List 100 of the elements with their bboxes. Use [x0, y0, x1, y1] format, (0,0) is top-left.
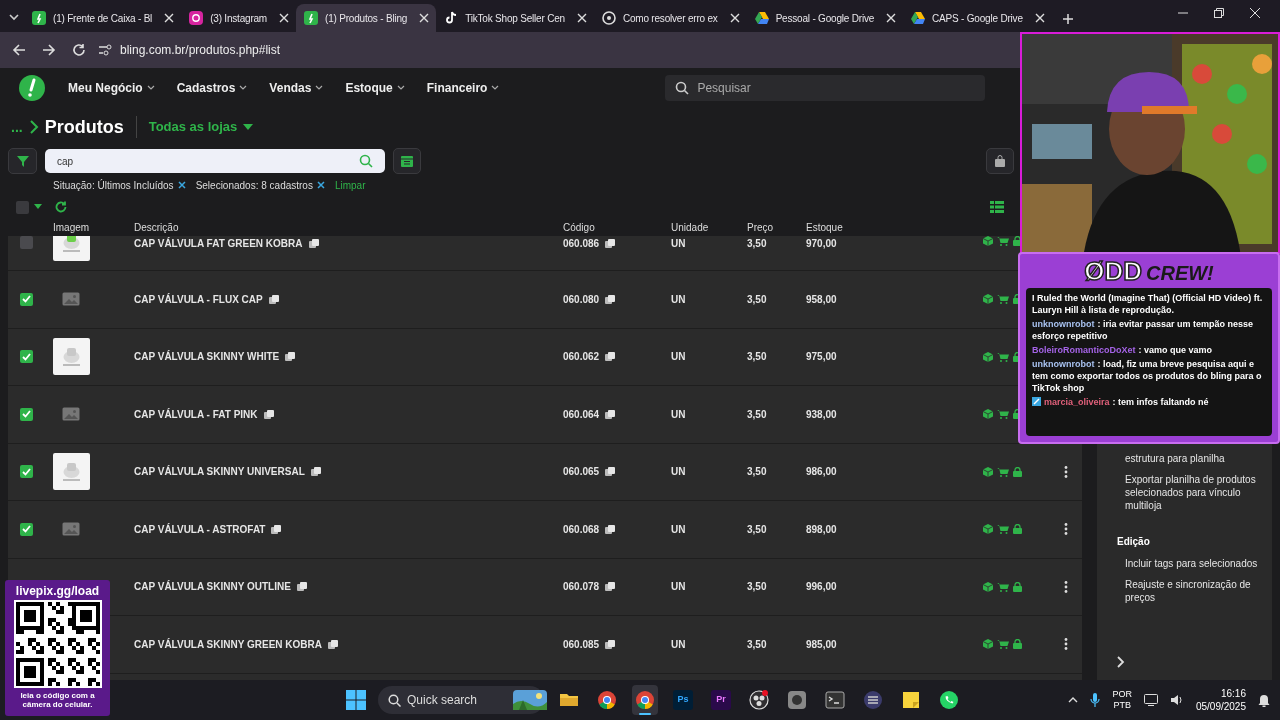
restore-icon[interactable] [1214, 8, 1224, 18]
taskbar-button[interactable] [632, 685, 658, 715]
cart-icon[interactable] [997, 409, 1009, 420]
cart-icon[interactable] [997, 639, 1009, 650]
store-filter[interactable]: Todas as lojas [148, 117, 254, 137]
copy-icon[interactable] [271, 524, 282, 534]
filter-button[interactable] [8, 148, 37, 174]
taskbar-button[interactable]: Ps [670, 685, 696, 715]
language-indicator[interactable]: POR PTB [1112, 689, 1132, 711]
search-bar[interactable]: Quick search [378, 686, 544, 714]
browser-tab[interactable]: (1) Frente de Caixa - Bl [24, 4, 182, 32]
lock-icon[interactable] [1013, 581, 1022, 592]
cart-icon[interactable] [997, 236, 1009, 246]
row-checkbox[interactable] [20, 292, 33, 306]
copy-icon[interactable] [605, 639, 616, 649]
refresh-icon[interactable] [55, 201, 67, 213]
reload-icon[interactable] [72, 43, 86, 57]
close-icon[interactable] [1250, 8, 1260, 18]
nav-menu[interactable]: Financeiro [426, 79, 500, 97]
clock[interactable]: 16:16 05/09/2025 [1195, 687, 1246, 713]
caret-icon[interactable] [33, 204, 43, 210]
chevron-right-icon[interactable] [1117, 656, 1125, 668]
menu-item[interactable]: Exportar planilha de produtos selecionados para vínculo multiloja [1125, 473, 1264, 512]
close-icon[interactable] [729, 13, 740, 23]
nav-menu[interactable]: Vendas [269, 79, 324, 97]
nav-menu[interactable]: Estoque [345, 79, 405, 97]
copy-icon[interactable] [263, 409, 274, 419]
copy-icon[interactable] [308, 239, 319, 248]
close-icon[interactable] [164, 13, 175, 23]
remove-icon[interactable] [177, 181, 186, 189]
lock-icon[interactable] [1013, 466, 1022, 477]
row-checkbox[interactable] [20, 522, 33, 536]
box-icon[interactable] [983, 639, 993, 650]
menu-item[interactable]: Reajuste e sincronização de preços [1125, 578, 1264, 604]
box-icon[interactable] [983, 294, 993, 305]
nav-menu[interactable]: Cadastros [176, 79, 248, 97]
copy-icon[interactable] [605, 467, 616, 477]
microphone-icon[interactable] [1090, 693, 1101, 707]
cart-icon[interactable] [997, 581, 1009, 592]
menu-item[interactable]: estrutura para planilha [1125, 452, 1264, 465]
lock-icon[interactable] [1013, 524, 1022, 535]
logo-icon[interactable] [18, 74, 46, 102]
box-icon[interactable] [983, 409, 993, 420]
cart-icon[interactable] [997, 466, 1009, 477]
row-checkbox[interactable] [20, 465, 33, 479]
close-icon[interactable] [279, 13, 289, 23]
notification-icon[interactable] [1258, 693, 1270, 707]
box-icon[interactable] [983, 466, 993, 477]
copy-icon[interactable] [605, 294, 616, 304]
search-field[interactable]: Pesquisar [665, 75, 986, 101]
clear-link[interactable]: Limpar [334, 177, 366, 193]
close-icon[interactable] [886, 13, 897, 23]
search-input[interactable]: Quick search [407, 691, 507, 709]
cart-icon[interactable] [997, 524, 1009, 535]
row-checkbox[interactable] [20, 350, 33, 364]
copy-icon[interactable] [605, 409, 616, 419]
browser-tab[interactable]: TikTok Shop Seller Cen [436, 4, 594, 32]
monitor-icon[interactable] [1143, 694, 1158, 706]
search-field[interactable]: cap [45, 149, 385, 173]
remove-icon[interactable] [316, 181, 325, 189]
copy-icon[interactable] [605, 582, 616, 592]
more-options-icon[interactable] [1064, 465, 1068, 478]
windows-icon[interactable] [346, 690, 366, 710]
close-icon[interactable] [419, 13, 430, 23]
box-icon[interactable] [983, 581, 993, 592]
copy-icon[interactable] [605, 352, 616, 362]
copy-icon[interactable] [605, 239, 616, 248]
row-checkbox[interactable] [20, 236, 33, 249]
browser-tab[interactable]: (1) Produtos - Bling [296, 4, 437, 32]
cart-icon[interactable] [997, 294, 1009, 305]
close-icon[interactable] [1034, 13, 1045, 23]
store-button[interactable] [986, 148, 1014, 174]
close-icon[interactable] [576, 13, 587, 23]
more-options-icon[interactable] [1064, 638, 1068, 651]
select-all-checkbox[interactable] [16, 200, 29, 214]
row-checkbox[interactable] [20, 407, 33, 421]
browser-tab[interactable]: CAPS - Google Drive [903, 4, 1052, 32]
back-icon[interactable] [12, 43, 26, 57]
box-icon[interactable] [983, 236, 993, 246]
calendar-button[interactable] [393, 148, 421, 174]
site-settings-icon[interactable] [98, 43, 112, 57]
menu-item[interactable]: Incluir tags para selecionados [1125, 557, 1264, 570]
copy-icon[interactable] [285, 352, 296, 362]
nav-menu[interactable]: Meu Negócio [68, 79, 155, 97]
more-options-icon[interactable] [1064, 580, 1068, 593]
browser-tab[interactable]: (3) Instagram [181, 4, 296, 32]
copy-icon[interactable] [268, 294, 279, 304]
chevron-up-icon[interactable] [1068, 697, 1079, 703]
browser-tab[interactable]: Pessoal - Google Drive [746, 4, 904, 32]
lock-icon[interactable] [1013, 639, 1022, 650]
copy-icon[interactable] [328, 639, 338, 649]
list-view-icon[interactable] [990, 201, 1004, 213]
more-options-icon[interactable] [1064, 523, 1068, 536]
copy-icon[interactable] [296, 582, 307, 592]
copy-icon[interactable] [605, 524, 616, 534]
box-icon[interactable] [983, 524, 993, 535]
address-field[interactable]: bling.com.br/produtos.php#list [120, 41, 281, 59]
copy-icon[interactable] [310, 467, 321, 477]
speaker-icon[interactable] [1169, 694, 1184, 706]
taskbar-button[interactable]: Pr [708, 685, 734, 715]
